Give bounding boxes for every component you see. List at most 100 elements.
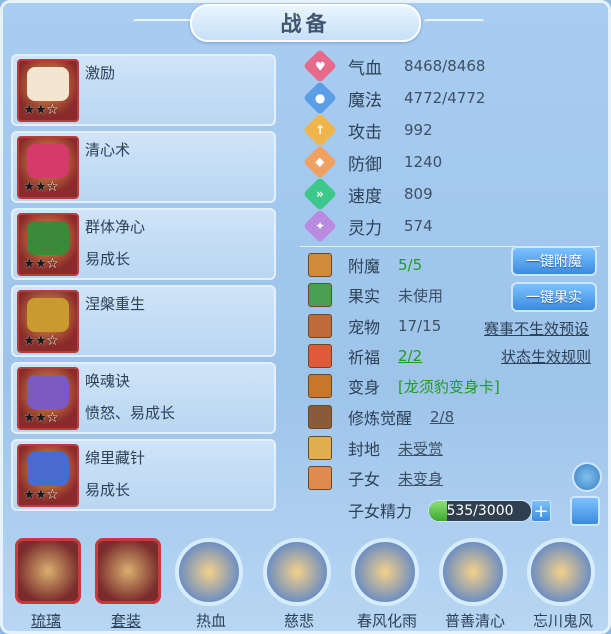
skill-slot-icon[interactable]: [263, 538, 331, 606]
pet-icon[interactable]: [308, 314, 332, 338]
attr-value[interactable]: 未受赏: [398, 438, 443, 459]
bottom-slot[interactable]: 普善清心: [435, 538, 515, 634]
bottom-slot[interactable]: 春风化雨: [347, 538, 427, 634]
stat-value: 574: [404, 217, 433, 235]
skill-name: 绵里藏针: [85, 449, 146, 467]
star-empty-icon: ☆: [46, 487, 59, 503]
skill-art-icon: [27, 375, 69, 409]
auto-fruit-button[interactable]: 一键果实: [511, 282, 597, 312]
star-filled-icon: ★: [23, 256, 36, 272]
attr-label: 修炼觉醒: [348, 409, 413, 428]
attr-label: 宠物: [348, 318, 381, 337]
magic-icon: ●: [303, 81, 337, 115]
auto-enchant-button[interactable]: 一键附魔: [511, 246, 597, 276]
skill-slot-icon[interactable]: [351, 538, 419, 606]
bless-icon[interactable]: [308, 344, 332, 368]
transform-icon[interactable]: [308, 374, 332, 398]
spirit-icon: ✦: [303, 209, 337, 243]
skill-card[interactable]: ★★☆ 涅槃重生: [11, 285, 276, 357]
attr-row-7: 封地 未受赏: [308, 435, 443, 461]
bottom-slot-label: 热血: [195, 612, 226, 630]
skill-card[interactable]: ★★☆ 激励: [11, 54, 276, 126]
skill-slot-icon[interactable]: [439, 538, 507, 606]
star-filled-icon: ★: [34, 102, 48, 118]
child-energy-bar: 535/3000: [428, 500, 532, 522]
status-rule-link[interactable]: 状态生效规则: [501, 346, 591, 367]
skill-card[interactable]: ★★☆ 绵里藏针 易成长: [11, 439, 276, 511]
speed-icon: »: [303, 177, 337, 211]
child-icon[interactable]: [308, 466, 332, 490]
sword-icon: ↑: [303, 113, 337, 147]
stat-value: 809: [404, 185, 433, 203]
title-bar: 战备: [190, 4, 421, 42]
attr-label: 变身: [348, 378, 381, 397]
attr-row-2: 果实 未使用: [308, 282, 443, 308]
bottom-slot[interactable]: 热血: [171, 538, 251, 634]
star-filled-icon: ★: [23, 410, 36, 426]
attr-value[interactable]: 2/2: [398, 347, 422, 365]
attr-value: 未使用: [398, 286, 444, 305]
bottom-slot-label: 普善清心: [444, 612, 505, 630]
skill-name: 群体净心: [85, 218, 146, 236]
skill-stars: ★★☆: [23, 487, 59, 503]
skill-stars: ★★☆: [23, 102, 59, 118]
skill-slot-icon[interactable]: [15, 538, 81, 604]
bottom-slot-label: 套装: [110, 612, 141, 630]
skill-card[interactable]: ★★☆ 唤魂诀愤怒、易成长: [11, 362, 276, 434]
bottom-slot[interactable]: 琉璃: [6, 538, 86, 634]
star-filled-icon: ★: [34, 487, 48, 503]
skill-trait: 愤怒、易成长: [85, 404, 176, 422]
bottom-slot[interactable]: 忘川鬼风: [523, 538, 603, 634]
stat-row: ↑ 攻击 992: [303, 113, 433, 147]
skill-name: 涅槃重生: [85, 295, 146, 313]
stat-value: 4772/4772: [404, 89, 486, 107]
attr-value[interactable]: 未变身: [398, 468, 443, 489]
star-empty-icon: ☆: [46, 179, 59, 195]
skill-name: 激励: [85, 64, 116, 82]
event-preset-link[interactable]: 赛事不生效预设: [484, 318, 589, 339]
stat-row: ● 魔法 4772/4772: [303, 81, 486, 115]
skill-slot-icon[interactable]: [527, 538, 595, 606]
star-filled-icon: ★: [34, 256, 48, 272]
skill-art-icon: [27, 452, 69, 486]
bottom-slot[interactable]: 慈悲: [259, 538, 339, 634]
skill-art-icon: [27, 298, 69, 332]
stat-label: 灵力: [348, 218, 382, 239]
add-energy-button[interactable]: +: [531, 500, 551, 522]
skill-card[interactable]: ★★☆ 清心术: [11, 131, 276, 203]
attr-value[interactable]: 2/8: [430, 408, 454, 426]
attr-row-3: 宠物 17/15: [308, 313, 441, 339]
bottom-slot-label: 春风化雨: [356, 612, 417, 630]
share-icon[interactable]: [570, 496, 600, 526]
stat-value: 8468/8468: [404, 57, 486, 75]
skill-icon: ★★☆: [17, 213, 79, 276]
skill-trait: 易成长: [85, 250, 131, 268]
skill-stars: ★★☆: [23, 256, 59, 272]
fief-icon[interactable]: [308, 436, 332, 460]
fruit-icon[interactable]: [308, 283, 332, 307]
attr-value: [龙须豹变身卡]: [398, 377, 500, 396]
skill-stars: ★★☆: [23, 410, 59, 426]
star-filled-icon: ★: [23, 333, 36, 349]
skill-slot-icon[interactable]: [175, 538, 243, 606]
child-transform-icon[interactable]: [572, 462, 602, 492]
attr-value: 5/5: [398, 256, 423, 274]
stat-value: 992: [404, 121, 433, 139]
child-energy-label: 子女精力: [348, 502, 413, 521]
skill-art-icon: [27, 67, 69, 101]
attr-label: 祈福: [348, 348, 381, 367]
child-energy-value: 535/3000: [446, 503, 514, 519]
skill-card[interactable]: ★★☆ 群体净心易成长: [11, 208, 276, 280]
cultivate-icon[interactable]: [308, 405, 332, 429]
bottom-slot-label: 忘川鬼风: [532, 612, 593, 630]
stat-row: ◆ 防御 1240: [303, 145, 442, 179]
skill-icon: ★★☆: [17, 367, 79, 430]
skill-slot-icon[interactable]: [95, 538, 161, 604]
skill-stars: ★★☆: [23, 179, 59, 195]
skill-icon: ★★☆: [17, 444, 79, 507]
skill-name: 唤魂诀: [85, 372, 131, 390]
skill-icon: ★★☆: [17, 290, 79, 353]
enchant-icon[interactable]: [308, 253, 332, 277]
bottom-slot[interactable]: 套装: [86, 538, 166, 634]
star-empty-icon: ☆: [46, 102, 59, 118]
